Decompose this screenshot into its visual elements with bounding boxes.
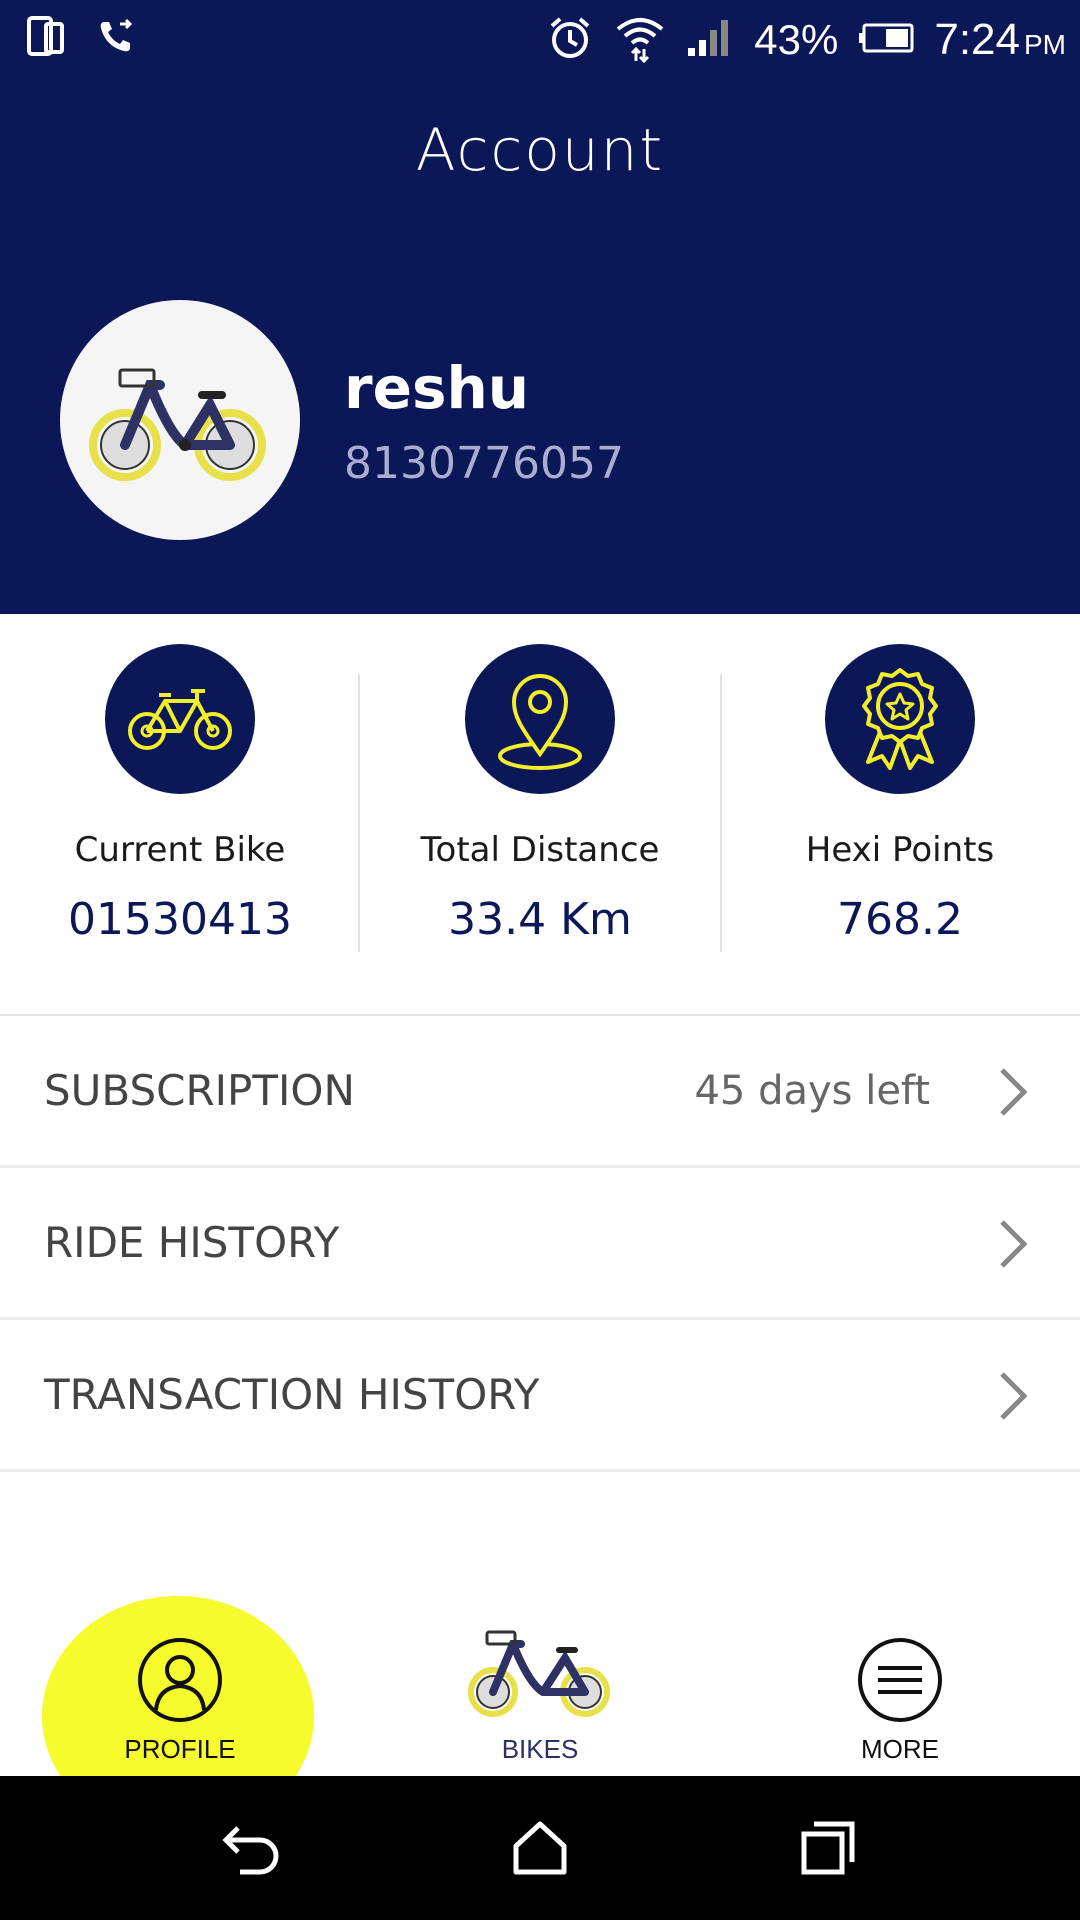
stat-value: 768.2 — [837, 894, 963, 945]
menu-label: RIDE HISTORY — [44, 1218, 340, 1267]
clock-time: 7:24 — [934, 15, 1020, 64]
stat-value: 33.4 Km — [448, 894, 632, 945]
stats-panel: Current Bike 01530413 Total Distance 33.… — [0, 614, 1080, 1014]
stat-current-bike[interactable]: Current Bike 01530413 — [0, 644, 360, 964]
back-icon[interactable] — [216, 1812, 288, 1884]
account-menu: SUBSCRIPTION 45 days left RIDE HISTORY T… — [0, 1014, 1080, 1472]
battery-percent: 43% — [754, 16, 839, 63]
account-header: Account reshu 8130776057 — [0, 78, 1080, 614]
bottom-nav: PROFILE BIKES MORE — [0, 1596, 1080, 1776]
profile-icon — [0, 1636, 360, 1724]
status-left-icons — [26, 14, 136, 62]
stat-label: Current Bike — [74, 830, 286, 870]
stat-value: 01530413 — [68, 894, 292, 945]
menu-label: TRANSACTION HISTORY — [44, 1370, 540, 1419]
nav-more[interactable]: MORE — [720, 1596, 1080, 1776]
clock: 7:24 PM — [934, 15, 1066, 65]
stat-label: Hexi Points — [805, 830, 995, 870]
bicycle-icon — [105, 644, 255, 794]
system-nav-bar — [0, 1776, 1080, 1920]
status-right-icons: 43% 7:24 PM — [546, 10, 1066, 70]
status-bar: 43% 7:24 PM — [0, 0, 1080, 78]
stat-label: Total Distance — [420, 830, 660, 870]
page-title: Account — [415, 116, 665, 184]
stat-hexi-points[interactable]: Hexi Points 768.2 — [720, 644, 1080, 964]
menu-subscription[interactable]: SUBSCRIPTION 45 days left — [0, 1016, 1080, 1168]
menu-transaction-history[interactable]: TRANSACTION HISTORY — [0, 1320, 1080, 1472]
award-badge-icon — [825, 644, 975, 794]
clock-ampm: PM — [1024, 29, 1066, 60]
nav-label: MORE — [861, 1734, 939, 1764]
wifi-call-icon — [96, 16, 136, 60]
bicycle-avatar-icon — [89, 368, 266, 481]
chevron-right-icon — [1000, 1068, 1028, 1116]
avatar[interactable] — [60, 300, 300, 540]
bicycle-icon — [360, 1624, 720, 1724]
nav-bikes[interactable]: BIKES — [360, 1596, 720, 1776]
battery-icon — [858, 23, 914, 57]
wifi-icon — [614, 13, 666, 67]
alarm-icon — [546, 14, 594, 66]
location-pin-icon — [465, 644, 615, 794]
nav-label: BIKES — [501, 1734, 579, 1764]
dual-window-icon — [26, 14, 66, 62]
stat-total-distance[interactable]: Total Distance 33.4 Km — [360, 644, 720, 964]
menu-icon — [720, 1636, 1080, 1724]
user-name: reshu — [344, 354, 530, 422]
nav-profile[interactable]: PROFILE — [0, 1596, 360, 1776]
nav-label: PROFILE — [124, 1734, 236, 1764]
subscription-days-left: 45 days left — [694, 1068, 930, 1114]
chevron-right-icon — [1000, 1372, 1028, 1420]
user-phone: 8130776057 — [344, 438, 624, 489]
chevron-right-icon — [1000, 1220, 1028, 1268]
recent-apps-icon[interactable] — [792, 1812, 864, 1884]
signal-icon — [686, 18, 734, 62]
menu-label: SUBSCRIPTION — [44, 1066, 355, 1115]
home-icon[interactable] — [504, 1812, 576, 1884]
menu-ride-history[interactable]: RIDE HISTORY — [0, 1168, 1080, 1320]
